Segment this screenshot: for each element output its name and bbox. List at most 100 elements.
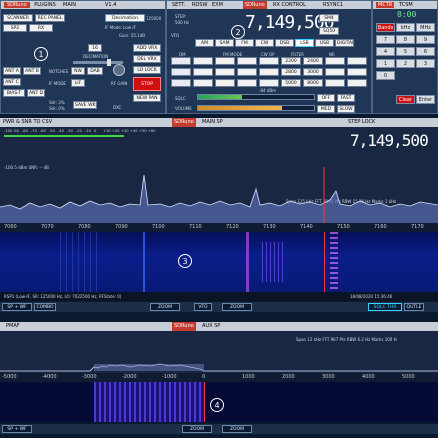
sp2-button[interactable]: SP2 xyxy=(3,24,27,32)
stop-button[interactable]: STOP xyxy=(133,77,161,91)
exm-tab[interactable]: EXM xyxy=(212,2,223,8)
mode-sam-button[interactable]: SAM xyxy=(215,39,234,47)
qm-cell[interactable] xyxy=(259,57,279,65)
main-spectrum-plot[interactable] xyxy=(0,167,438,223)
keypad-mhz-key[interactable]: MHz xyxy=(416,23,435,32)
mode-cw-button[interactable]: CW xyxy=(255,39,274,47)
keypad-digit-9[interactable]: 9 xyxy=(416,35,435,44)
main-sp-frequency[interactable]: 7,149,500 xyxy=(350,131,429,150)
qm-cell[interactable] xyxy=(325,68,345,76)
rx-button[interactable]: RX xyxy=(29,24,53,32)
csv-export-button[interactable]: PWR & SNR TO CSV xyxy=(3,118,52,127)
agc-off-button[interactable]: OFF xyxy=(317,94,335,102)
keypad-digit-6[interactable]: 6 xyxy=(416,47,435,56)
qm-cell[interactable]: 2200 xyxy=(281,57,301,65)
decimation-slider-thumb[interactable] xyxy=(107,59,111,66)
qm-cell[interactable] xyxy=(237,68,257,76)
sqlc-thr-button[interactable]: SQLC THR xyxy=(368,303,402,311)
plugins-button[interactable]: PLUGINS xyxy=(34,2,55,8)
step-lock-button[interactable]: STEP LOCK xyxy=(348,118,375,127)
keypad-digit-1[interactable]: 1 xyxy=(376,59,395,68)
keypad-digit-5[interactable]: 5 xyxy=(396,47,415,56)
ant-d-button[interactable]: ANT D xyxy=(27,89,45,97)
vfo-button[interactable]: VFO xyxy=(194,303,212,311)
mode-am-button[interactable]: AM xyxy=(195,39,214,47)
qm-cell[interactable] xyxy=(193,79,213,87)
dab-button[interactable]: DAB xyxy=(87,67,103,75)
tab-main[interactable]: MAIN xyxy=(63,1,76,9)
qm-cell[interactable] xyxy=(215,68,235,76)
keypad-enter-key[interactable]: Enter xyxy=(416,95,435,104)
rsync-tab[interactable]: RSYNC1 xyxy=(323,1,343,9)
qm-cell[interactable]: 8000 xyxy=(303,79,323,87)
keypad-digit-0[interactable]: 0 xyxy=(376,71,395,80)
mode-dsb-button[interactable]: DSB xyxy=(275,39,294,47)
aux-waterfall[interactable]: 4 xyxy=(0,382,438,422)
main-waterfall[interactable]: 3 xyxy=(0,232,438,292)
sett-tab[interactable]: SETT. xyxy=(170,2,187,8)
combo-button[interactable]: COMBO xyxy=(34,303,56,311)
qm-cell[interactable] xyxy=(347,79,367,87)
mctr-tab[interactable]: MCTR xyxy=(376,2,395,8)
mode-fm-button[interactable]: FM xyxy=(235,39,254,47)
ant-c-button[interactable]: ANT C xyxy=(3,78,21,86)
qm-cell[interactable] xyxy=(193,68,213,76)
qm-cell[interactable] xyxy=(171,57,191,65)
pmaf-button[interactable]: PMAF xyxy=(6,322,20,331)
mode-lsb-button[interactable]: LSB xyxy=(295,39,314,47)
del-vrx-button[interactable]: DEL VRX xyxy=(133,55,161,63)
qm-cell[interactable]: 2400 xyxy=(303,57,323,65)
zoom-out-button[interactable]: ZOOM xyxy=(150,303,180,311)
agc-fast-button[interactable]: FAST xyxy=(337,94,355,102)
sm4-button[interactable]: SM4 xyxy=(319,14,339,22)
qutle-button[interactable]: QUTLE xyxy=(404,303,424,311)
sq50-button[interactable]: SQ50 xyxy=(319,27,339,35)
qm-cell[interactable] xyxy=(171,79,191,87)
qm-cell[interactable] xyxy=(347,57,367,65)
rdsw-tab[interactable]: RDSW xyxy=(192,2,207,8)
lif-button[interactable]: LIF xyxy=(71,79,85,87)
qm-cell[interactable]: 3000 xyxy=(303,68,323,76)
add-vrx-button[interactable]: ADD VRX xyxy=(133,44,161,52)
rec-panel-button[interactable]: REC PANEL xyxy=(35,14,65,22)
ant-a-button[interactable]: ANT A xyxy=(3,67,21,75)
qm-cell[interactable] xyxy=(237,57,257,65)
qm-cell[interactable]: 5000 xyxy=(281,79,301,87)
qm-cell[interactable] xyxy=(171,68,191,76)
mode-usb-button[interactable]: USB xyxy=(315,39,334,47)
aux-zoom-out-button[interactable]: ZOOM xyxy=(182,425,212,433)
qm-cell[interactable]: 2800 xyxy=(281,68,301,76)
volume-slider[interactable] xyxy=(197,105,315,111)
qm-cell[interactable] xyxy=(325,57,345,65)
qm-cell[interactable] xyxy=(193,57,213,65)
keypad-digit-8[interactable]: 8 xyxy=(396,35,415,44)
qm-cell[interactable] xyxy=(215,79,235,87)
save-wks-button[interactable]: SAVE WKS xyxy=(73,101,97,109)
new-pan-button[interactable]: NEW PAN xyxy=(133,94,161,102)
qm-cell[interactable] xyxy=(215,57,235,65)
zoom-in-button[interactable]: ZOOM xyxy=(222,303,252,311)
qm-cell[interactable] xyxy=(237,79,257,87)
qm-cell[interactable] xyxy=(259,68,279,76)
keypad-digit-4[interactable]: 4 xyxy=(376,47,395,56)
ant-b-button[interactable]: ANT B xyxy=(23,67,41,75)
aux-zoom-in-button[interactable]: ZOOM xyxy=(222,425,252,433)
mode-digital-button[interactable]: DIGITAL xyxy=(335,39,354,47)
nw-button[interactable]: NW xyxy=(71,67,85,75)
bias-t-button[interactable]: BIAS-T xyxy=(3,89,25,97)
qm-cell[interactable] xyxy=(325,79,345,87)
qm-cell[interactable] xyxy=(347,68,367,76)
step-value[interactable]: 500 Hz xyxy=(175,20,189,25)
sp-wf-button[interactable]: SP + WF xyxy=(2,303,32,311)
lo-lock-button[interactable]: LO LOCK xyxy=(133,66,161,74)
qm-cell[interactable] xyxy=(259,79,279,87)
keypad-digit-3[interactable]: 3 xyxy=(416,59,435,68)
agc-med-button[interactable]: MED xyxy=(317,105,335,113)
agc-slow-button[interactable]: SLOW xyxy=(337,105,355,113)
tcsm-tab[interactable]: TCSM xyxy=(399,2,413,8)
keypad-clear-key[interactable]: Clear xyxy=(396,95,415,104)
keypad-digit-7[interactable]: 7 xyxy=(376,35,395,44)
keypad-digit-2[interactable]: 2 xyxy=(396,59,415,68)
keypad-khz-key[interactable]: kHz xyxy=(396,23,415,32)
decimation-value[interactable]: 16 xyxy=(88,44,102,52)
